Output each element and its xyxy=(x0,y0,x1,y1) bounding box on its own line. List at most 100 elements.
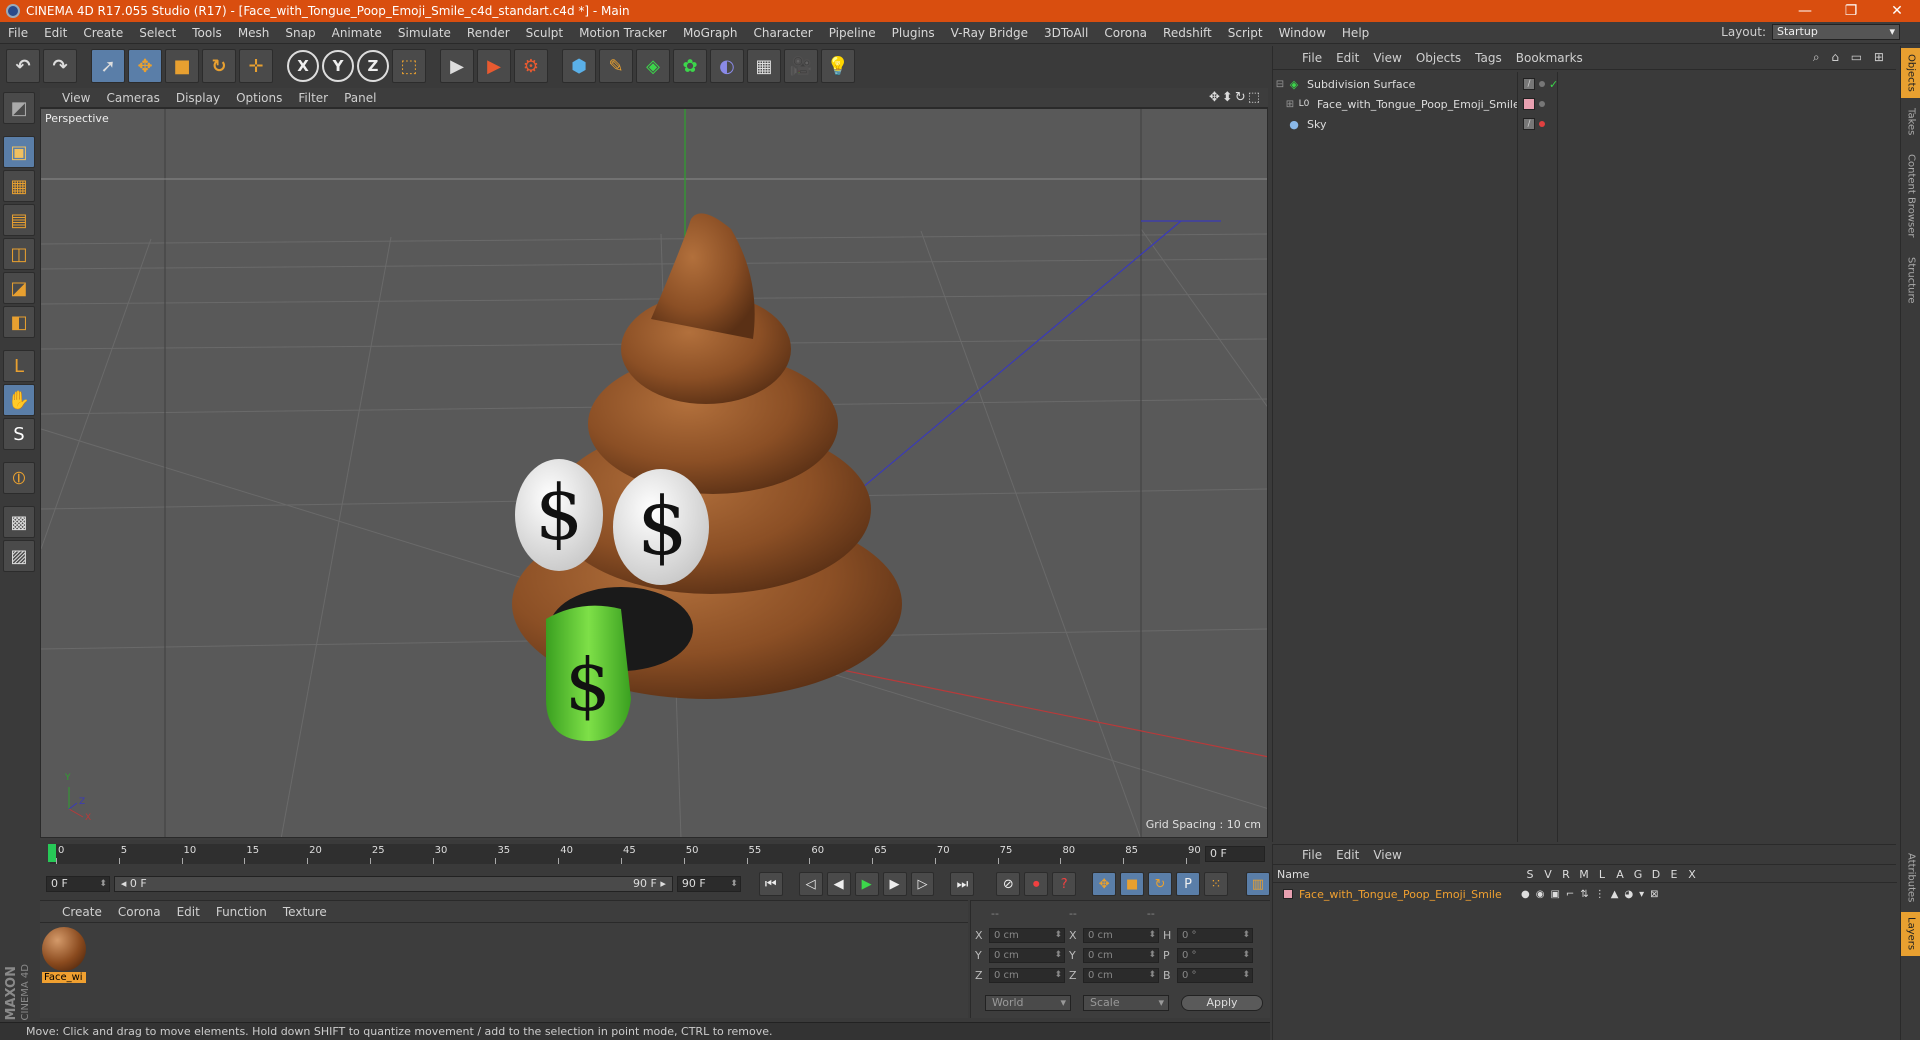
material-menu-corona[interactable]: Corona xyxy=(110,905,169,919)
subdivision-surface-button[interactable]: ◈ xyxy=(636,49,670,83)
tree-expand-icon[interactable]: ⊞ xyxy=(1283,99,1297,110)
live-selection-button[interactable]: ➚ xyxy=(91,49,125,83)
previous-key-button[interactable]: ◁ xyxy=(798,872,823,896)
rot-p-field[interactable]: 0 ° xyxy=(1177,947,1253,963)
layer-toggle-icon[interactable]: / xyxy=(1523,78,1535,90)
magnet-button[interactable]: ⦶ xyxy=(3,462,35,494)
menu-select[interactable]: Select xyxy=(131,26,184,40)
layers-menu-edit[interactable]: Edit xyxy=(1329,848,1366,862)
preview-range-slider[interactable]: ◂ 0 F 90 F ▸ xyxy=(113,876,673,892)
playhead-handle[interactable] xyxy=(48,844,56,862)
tab-content-browser[interactable]: Content Browser xyxy=(1901,146,1920,246)
cloner-button[interactable]: ✿ xyxy=(673,49,707,83)
viewport-camera-label[interactable]: Perspective xyxy=(45,112,109,125)
menu-animate[interactable]: Animate xyxy=(324,26,390,40)
record-motion-button[interactable]: ⊘ xyxy=(996,872,1021,896)
view-toggle-icon[interactable]: ◉ xyxy=(1536,889,1545,900)
object-row-sky[interactable]: ● Sky / xyxy=(1273,114,1897,134)
tab-structure[interactable]: Structure xyxy=(1901,250,1920,310)
restore-button[interactable]: ❐ xyxy=(1828,0,1874,22)
key-scale-button[interactable]: ■ xyxy=(1120,872,1145,896)
coordinate-system-button[interactable]: ⬚ xyxy=(392,49,426,83)
material-menu-edit[interactable]: Edit xyxy=(169,905,208,919)
bend-deformer-button[interactable]: ◐ xyxy=(710,49,744,83)
viewport-menu-filter[interactable]: Filter xyxy=(290,91,336,105)
floor-button[interactable]: ▦ xyxy=(747,49,781,83)
snap-button[interactable]: S xyxy=(3,418,35,450)
menu-pipeline[interactable]: Pipeline xyxy=(821,26,884,40)
menu-character[interactable]: Character xyxy=(745,26,820,40)
pos-y-field[interactable]: 0 cm xyxy=(989,947,1065,963)
viewport-menu-display[interactable]: Display xyxy=(168,91,228,105)
visibility-dot-icon[interactable] xyxy=(1539,101,1545,107)
generators-toggle-icon[interactable]: ▲ xyxy=(1611,889,1619,900)
material-menu-function[interactable]: Function xyxy=(208,905,275,919)
move-tool-button[interactable]: ✥ xyxy=(128,49,162,83)
menu-help[interactable]: Help xyxy=(1334,26,1377,40)
visibility-dot-icon[interactable] xyxy=(1539,121,1545,127)
minimize-button[interactable]: — xyxy=(1782,0,1828,22)
menu-motion-tracker[interactable]: Motion Tracker xyxy=(571,26,675,40)
objects-menu-file[interactable]: File xyxy=(1295,51,1329,65)
x-axis-lock-button[interactable]: X xyxy=(287,50,319,82)
light-button[interactable]: 💡 xyxy=(821,49,855,83)
viewport-menu-options[interactable]: Options xyxy=(228,91,290,105)
perspective-viewport[interactable]: $ $ $ Y X Z Perspective Grid Spacing : 1… xyxy=(40,108,1268,838)
planar-workplane-button[interactable]: ▨ xyxy=(3,540,35,572)
keyframe-selection-button[interactable]: ? xyxy=(1052,872,1077,896)
expressions-toggle-icon[interactable]: ▾ xyxy=(1639,889,1644,900)
visibility-dot-icon[interactable] xyxy=(1539,81,1545,87)
objects-menu-bookmarks[interactable]: Bookmarks xyxy=(1509,51,1590,65)
tree-collapse-icon[interactable]: ⊟ xyxy=(1273,79,1287,90)
deformers-toggle-icon[interactable]: ◕ xyxy=(1624,889,1633,900)
layout-select[interactable]: Startup xyxy=(1772,24,1900,40)
viewport-menu-panel[interactable]: Panel xyxy=(336,91,384,105)
menu-mograph[interactable]: MoGraph xyxy=(675,26,746,40)
start-frame-field[interactable]: 0 F xyxy=(46,876,110,892)
lock-toggle-icon[interactable]: ⇅ xyxy=(1580,889,1588,900)
redo-button[interactable]: ↷ xyxy=(43,49,77,83)
objects-menu-view[interactable]: View xyxy=(1366,51,1408,65)
layer-row[interactable]: Face_with_Tongue_Poop_Emoji_Smile ● ◉ ▣ … xyxy=(1273,885,1897,903)
tab-objects[interactable]: Objects xyxy=(1901,48,1920,98)
menu-window[interactable]: Window xyxy=(1271,26,1334,40)
z-axis-lock-button[interactable]: Z xyxy=(357,50,389,82)
y-axis-lock-button[interactable]: Y xyxy=(322,50,354,82)
menu-plugins[interactable]: Plugins xyxy=(884,26,943,40)
texture-mode-button[interactable]: ▦ xyxy=(3,170,35,202)
manager-toggle-icon[interactable]: ⌐ xyxy=(1566,889,1574,900)
render-toggle-icon[interactable]: ▣ xyxy=(1550,889,1559,900)
points-mode-button[interactable]: ◫ xyxy=(3,238,35,270)
render-picture-viewer-button[interactable]: ▶ xyxy=(477,49,511,83)
animation-toggle-icon[interactable]: ⋮ xyxy=(1595,889,1605,900)
objects-menu-tags[interactable]: Tags xyxy=(1468,51,1509,65)
tab-takes[interactable]: Takes xyxy=(1901,102,1920,142)
model-mode-button[interactable]: ▣ xyxy=(3,136,35,168)
key-pla-button[interactable]: ⁙ xyxy=(1204,872,1228,896)
polygons-mode-button[interactable]: ◧ xyxy=(3,306,35,338)
workplane-mode-button[interactable]: ▤ xyxy=(3,204,35,236)
size-x-field[interactable]: 0 cm xyxy=(1083,927,1159,943)
cube-object-button[interactable]: ⬢ xyxy=(562,49,596,83)
layer-color-icon[interactable] xyxy=(1523,98,1535,110)
close-button[interactable]: ✕ xyxy=(1874,0,1920,22)
rot-h-field[interactable]: 0 ° xyxy=(1177,927,1253,943)
menu-corona[interactable]: Corona xyxy=(1096,26,1155,40)
viewport-menu-cameras[interactable]: Cameras xyxy=(98,91,167,105)
key-rotation-button[interactable]: ↻ xyxy=(1148,872,1173,896)
menu-snap[interactable]: Snap xyxy=(277,26,323,40)
menu-simulate[interactable]: Simulate xyxy=(390,26,459,40)
menu-script[interactable]: Script xyxy=(1220,26,1271,40)
layer-toggle-icon[interactable]: / xyxy=(1523,118,1535,130)
objects-menu-edit[interactable]: Edit xyxy=(1329,51,1366,65)
key-position-button[interactable]: ✥ xyxy=(1092,872,1117,896)
layers-menu-view[interactable]: View xyxy=(1366,848,1408,862)
current-frame-display[interactable]: 0 F xyxy=(1205,846,1265,862)
layers-menu-file[interactable]: File xyxy=(1295,848,1329,862)
scale-tool-button[interactable]: ■ xyxy=(165,49,199,83)
timeline-ruler[interactable]: 0 5 10 15 20 25 30 35 40 45 50 55 60 65 70 75 80 85 90 xyxy=(50,844,1201,864)
layer-color-icon[interactable] xyxy=(1283,889,1293,899)
next-key-button[interactable]: ▷ xyxy=(910,872,935,896)
material-swatch[interactable]: Face_wi xyxy=(42,927,86,985)
go-to-end-button[interactable]: ⏭ xyxy=(950,872,975,896)
